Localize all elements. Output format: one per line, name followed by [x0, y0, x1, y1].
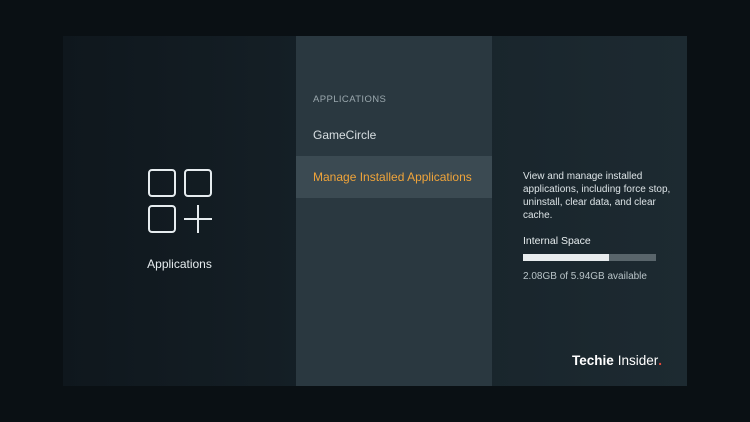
settings-screen: Applications APPLICATIONS GameCircle Man… [63, 36, 687, 386]
watermark-logo: Techie Insider. [572, 353, 662, 368]
applications-grid-icon [148, 169, 212, 233]
watermark-dot: . [658, 353, 663, 368]
menu-item-gamecircle[interactable]: GameCircle [296, 114, 492, 156]
description-text: View and manage installed applications, … [523, 171, 671, 221]
menu-pane: APPLICATIONS GameCircle Manage Installed… [296, 36, 492, 386]
watermark-part2: Insider [617, 353, 659, 368]
menu-header: APPLICATIONS [313, 94, 387, 105]
storage-bar-fill [523, 254, 610, 261]
menu-item-manage-installed-applications[interactable]: Manage Installed Applications [296, 156, 492, 198]
storage-bar [523, 254, 656, 261]
storage-label: Internal Space [523, 235, 591, 247]
watermark-part1: Techie [572, 353, 614, 368]
category-title: Applications [147, 257, 212, 271]
storage-text: 2.08GB of 5.94GB available [523, 271, 647, 282]
detail-pane: View and manage installed applications, … [492, 36, 687, 386]
category-pane: Applications [63, 36, 296, 386]
